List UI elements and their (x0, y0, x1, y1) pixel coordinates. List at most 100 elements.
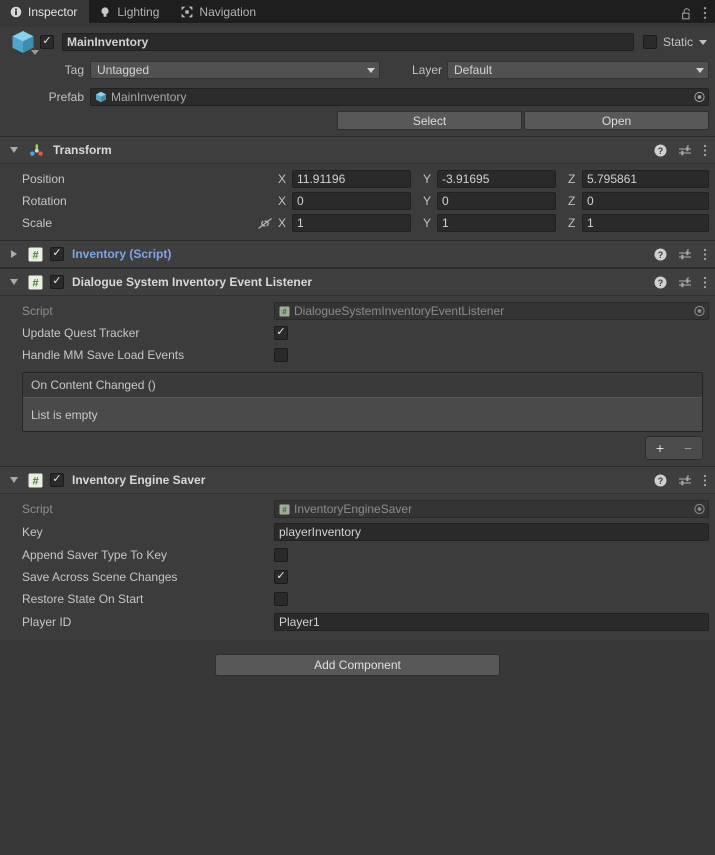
game-object-enabled-checkbox[interactable]: ✓ (40, 35, 54, 49)
link-broken-icon[interactable] (256, 217, 274, 230)
rotation-z: Z 0 (564, 192, 709, 210)
help-icon[interactable]: ? (654, 248, 667, 261)
navigation-icon (181, 6, 193, 18)
rotation-x-input[interactable]: 0 (292, 192, 411, 210)
game-object-name-input[interactable]: MainInventory (62, 33, 634, 51)
prefab-object-field[interactable]: MainInventory (90, 88, 709, 106)
save-across-scene-changes-checkbox[interactable]: ✓ (274, 570, 288, 584)
inventory-script-enabled-checkbox[interactable]: ✓ (50, 247, 64, 261)
on-content-changed-event: On Content Changed () List is empty (22, 372, 703, 432)
transform-header[interactable]: Transform ? (0, 137, 715, 164)
static-dropdown-arrow-icon[interactable] (699, 39, 707, 45)
player-id-input[interactable]: Player1 (274, 613, 709, 631)
inventory-engine-saver-header[interactable]: # ✓ Inventory Engine Saver ? (0, 467, 715, 494)
position-y-input[interactable]: -3.91695 (437, 170, 556, 188)
scale-y-input[interactable]: 1 (437, 214, 556, 232)
scale-x-input[interactable]: 1 (292, 214, 411, 232)
object-picker-icon[interactable] (694, 305, 705, 317)
component-transform: Transform ? Position X 11.91196 Y -3.916… (0, 136, 715, 240)
inventory-script-header[interactable]: # ✓ Inventory (Script) ? (0, 241, 715, 268)
saver-script-object-field[interactable]: # InventoryEngineSaver (274, 500, 709, 518)
checkmark-icon: ✓ (52, 275, 62, 287)
script-icon: # (279, 504, 290, 515)
rotation-label: Rotation (22, 194, 67, 208)
tag-label: Tag (64, 63, 84, 77)
handle-mm-save-load-events-checkbox[interactable] (274, 348, 288, 362)
kebab-menu-icon[interactable] (703, 144, 707, 157)
kebab-menu-icon[interactable] (703, 276, 707, 289)
transform-scale-row: Scale X 1 Y 1 Z 1 (6, 212, 709, 234)
tab-lighting[interactable]: Lighting (89, 0, 171, 23)
update-quest-tracker-label: Update Quest Tracker (22, 326, 140, 340)
help-icon[interactable]: ? (654, 474, 667, 487)
player-id-row: Player ID Player1 (6, 610, 709, 634)
prefab-open-button[interactable]: Open (524, 111, 709, 130)
tab-navigation[interactable]: Navigation (171, 0, 268, 23)
layer-dropdown[interactable]: Default (447, 61, 709, 79)
help-icon[interactable]: ? (654, 276, 667, 289)
chevron-down-icon[interactable] (31, 50, 39, 56)
key-input[interactable]: playerInventory (274, 523, 709, 541)
position-vector3: X 11.91196 Y -3.91695 Z 5.795861 (274, 170, 709, 188)
saver-script-row: Script # InventoryEngineSaver (6, 498, 709, 520)
svg-text:?: ? (658, 277, 664, 287)
inventory-engine-saver-enabled-checkbox[interactable]: ✓ (50, 473, 64, 487)
preset-settings-icon[interactable] (678, 276, 692, 289)
static-checkbox[interactable] (642, 35, 657, 49)
inventory-engine-saver-foldout[interactable] (6, 477, 22, 483)
prefab-select-button[interactable]: Select (337, 111, 522, 130)
svg-text:?: ? (658, 475, 664, 485)
prefab-icon-wrap[interactable] (6, 27, 40, 57)
on-content-changed-empty-text: List is empty (23, 398, 702, 431)
rotation-y-input[interactable]: 0 (437, 192, 556, 210)
script-object-field[interactable]: # DialogueSystemInventoryEventListener (274, 302, 709, 320)
position-z-input[interactable]: 5.795861 (582, 170, 709, 188)
event-list-buttons: + − (645, 436, 703, 460)
transform-rotation-row: Rotation X 0 Y 0 Z 0 (6, 190, 709, 212)
object-picker-icon[interactable] (694, 91, 705, 103)
prefab-row: Prefab MainInventory (0, 83, 715, 111)
restore-state-on-start-checkbox[interactable] (274, 592, 288, 606)
preset-settings-icon[interactable] (678, 144, 692, 157)
scale-x: X 1 (274, 214, 419, 232)
axis-label-x: X (278, 216, 287, 230)
scale-z-input[interactable]: 1 (582, 214, 709, 232)
scale-z: Z 1 (564, 214, 709, 232)
rotation-x: X 0 (274, 192, 419, 210)
dialogue-listener-header[interactable]: # ✓ Dialogue System Inventory Event List… (0, 269, 715, 296)
inventory-script-foldout[interactable] (6, 250, 22, 258)
preset-settings-icon[interactable] (678, 474, 692, 487)
event-remove-button[interactable]: − (674, 442, 702, 455)
kebab-menu-icon[interactable] (703, 248, 707, 261)
dialogue-listener-enabled-checkbox[interactable]: ✓ (50, 275, 64, 289)
rotation-z-input[interactable]: 0 (582, 192, 709, 210)
axis-label-x: X (278, 172, 287, 186)
restore-state-on-start-label: Restore State On Start (22, 592, 144, 606)
lock-open-icon[interactable] (681, 7, 693, 20)
help-icon[interactable]: ? (654, 144, 667, 157)
checkmark-icon: ✓ (42, 35, 52, 47)
kebab-menu-icon[interactable] (703, 474, 707, 487)
event-add-button[interactable]: + (646, 441, 674, 455)
append-saver-type-to-key-checkbox[interactable] (274, 548, 288, 562)
preset-settings-icon[interactable] (678, 248, 692, 261)
kebab-menu-icon[interactable] (703, 6, 707, 20)
svg-text:#: # (32, 277, 38, 289)
lightbulb-icon (99, 6, 111, 18)
script-icon: # (28, 275, 43, 290)
append-saver-type-to-key-row: Append Saver Type To Key (6, 544, 709, 566)
object-picker-icon[interactable] (694, 503, 705, 515)
dialogue-listener-foldout[interactable] (6, 279, 22, 285)
chevron-down-icon (696, 67, 704, 73)
tab-inspector[interactable]: Inspector (0, 0, 90, 23)
inventory-engine-saver-title: Inventory Engine Saver (72, 473, 206, 487)
add-component-button[interactable]: Add Component (215, 654, 500, 676)
position-x-input[interactable]: 11.91196 (292, 170, 411, 188)
saver-key-row: Key playerInventory (6, 520, 709, 544)
axis-label-y: Y (423, 216, 432, 230)
triangle-down-icon (10, 279, 18, 285)
svg-text:#: # (32, 249, 38, 261)
tag-dropdown[interactable]: Untagged (90, 61, 380, 79)
update-quest-tracker-checkbox[interactable]: ✓ (274, 326, 288, 340)
transform-foldout[interactable] (6, 147, 22, 153)
